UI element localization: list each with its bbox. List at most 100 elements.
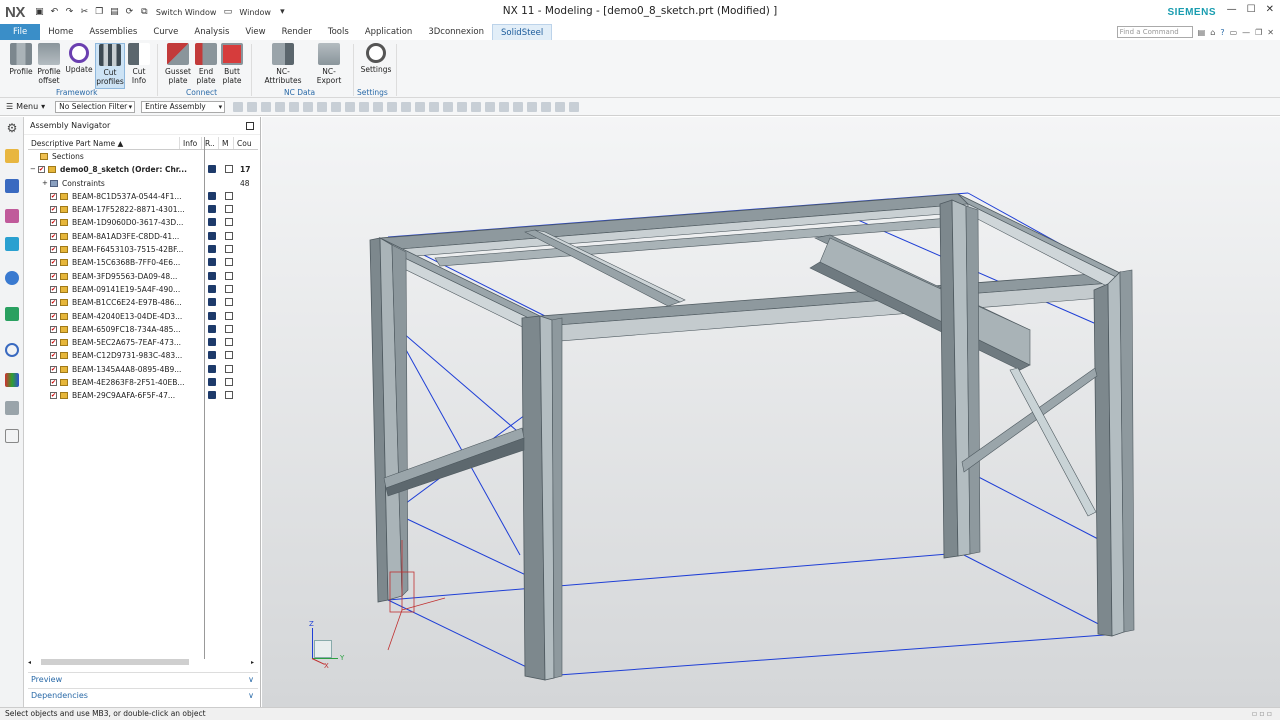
undo-icon[interactable]: ↶ xyxy=(48,6,61,19)
cube-icon[interactable] xyxy=(345,101,356,112)
select-all-icon[interactable] xyxy=(317,101,328,112)
cut-info-button[interactable]: Cut Info xyxy=(126,43,152,85)
wireframe-icon[interactable] xyxy=(359,101,370,112)
column-count[interactable]: Cou xyxy=(234,137,258,149)
assembly-navigator-icon[interactable] xyxy=(5,149,19,163)
select-face-icon[interactable] xyxy=(289,101,300,112)
column-name[interactable]: Descriptive Part Name ▲ xyxy=(28,137,180,149)
visibility-checkbox[interactable]: ✔ xyxy=(50,352,57,360)
tree-row-beam[interactable]: ✔ BEAM-8A1AD3FE-C8DD-41... xyxy=(28,230,258,243)
visibility-checkbox[interactable]: ✔ xyxy=(50,206,57,214)
minimize-icon[interactable]: — xyxy=(1227,4,1237,15)
endpoint-icon[interactable] xyxy=(415,101,426,112)
close-icon[interactable]: ✕ xyxy=(1266,4,1274,15)
dependencies-panel[interactable]: Dependencies ∨ xyxy=(28,688,258,702)
reuse-library-icon[interactable] xyxy=(5,237,19,251)
history-palette-icon[interactable] xyxy=(5,307,19,321)
visibility-checkbox[interactable]: ✔ xyxy=(50,365,57,373)
visibility-checkbox[interactable]: ✔ xyxy=(50,299,57,307)
render-style-icon[interactable] xyxy=(541,101,552,112)
select-feature-icon[interactable] xyxy=(261,101,272,112)
visibility-checkbox[interactable]: ✔ xyxy=(50,219,57,227)
tree-row-beam[interactable]: ✔ BEAM-C12D9731-983C-483... xyxy=(28,349,258,362)
window-min-icon[interactable]: — xyxy=(1242,28,1250,37)
nc-export-button[interactable]: NC-Export xyxy=(310,43,348,85)
tree-row-sections[interactable]: Sections xyxy=(28,150,258,163)
snap-icon[interactable] xyxy=(233,101,244,112)
butt-plate-button[interactable]: Butt plate xyxy=(220,43,244,85)
tab-assemblies[interactable]: Assemblies xyxy=(81,24,145,40)
visibility-checkbox[interactable]: ✔ xyxy=(50,192,57,200)
preview-panel[interactable]: Preview ∨ xyxy=(28,672,258,686)
end-plate-button[interactable]: End plate xyxy=(194,43,218,85)
paste-icon[interactable]: ▤ xyxy=(108,6,121,19)
selection-scope-dropdown[interactable]: Entire Assembly xyxy=(141,100,226,113)
visibility-checkbox[interactable]: ✔ xyxy=(50,379,57,387)
rotate-icon[interactable] xyxy=(513,101,524,112)
visibility-checkbox[interactable]: ✔ xyxy=(50,312,57,320)
tree-row-beam[interactable]: ✔ BEAM-4E2863F8-2F51-40EB... xyxy=(28,376,258,389)
tangent-icon[interactable] xyxy=(471,101,482,112)
tab-view[interactable]: View xyxy=(237,24,273,40)
navigator-hscrollbar[interactable]: ◂ ▸ xyxy=(28,657,256,667)
visibility-checkbox[interactable]: ✔ xyxy=(50,339,57,347)
window-icon[interactable]: ▭ xyxy=(221,6,234,19)
tree-row-beam[interactable]: ✔ BEAM-42040E13-04DE-4D3... xyxy=(28,310,258,323)
tree-row-beam[interactable]: ✔ BEAM-8C1D537A-0544-4F1... xyxy=(28,190,258,203)
point-icon[interactable] xyxy=(401,101,412,112)
tree-row-beam[interactable]: ✔ BEAM-3FD95563-DA09-48... xyxy=(28,270,258,283)
customize-qa-icon[interactable]: ▾ xyxy=(276,6,289,19)
clock-icon[interactable] xyxy=(5,343,19,357)
scroll-thumb[interactable] xyxy=(41,659,190,665)
window-menu[interactable]: Window xyxy=(236,6,274,19)
orient-view-icon[interactable] xyxy=(555,101,566,112)
settings-button[interactable]: Settings xyxy=(360,43,392,74)
visibility-checkbox[interactable]: ✔ xyxy=(50,259,57,267)
tab-home[interactable]: Home xyxy=(40,24,81,40)
expand-icon[interactable]: + xyxy=(42,177,48,190)
visibility-checkbox[interactable]: ✔ xyxy=(50,285,57,293)
tree-row-root[interactable]: − ✔ demo0_8_sketch (Order: Chr... 17 xyxy=(28,163,258,176)
home-icon[interactable]: ⌂ xyxy=(1210,28,1215,37)
update-button[interactable]: Update xyxy=(64,43,94,74)
maximize-icon[interactable]: ☐ xyxy=(1247,4,1256,15)
system-materials-icon[interactable] xyxy=(5,373,19,387)
column-info[interactable]: Info xyxy=(180,137,202,149)
find-command-input[interactable]: Find a Command xyxy=(1116,26,1193,38)
visibility-checkbox[interactable]: ✔ xyxy=(50,272,57,280)
nc-attributes-button[interactable]: NC-Attributes xyxy=(258,43,308,85)
copy-icon[interactable]: ❐ xyxy=(93,6,106,19)
web-browser-icon[interactable] xyxy=(5,271,19,285)
line-icon[interactable] xyxy=(373,101,384,112)
intersection-icon[interactable] xyxy=(457,101,468,112)
selection-filter-dropdown[interactable]: No Selection Filter xyxy=(55,100,136,113)
tree-row-beam[interactable]: ✔ BEAM-15C6368B-7FF0-4E6... xyxy=(28,256,258,269)
select-edge-icon[interactable] xyxy=(303,101,314,112)
process-studio-icon[interactable] xyxy=(5,401,19,415)
graphics-window[interactable]: Z Y X xyxy=(262,117,1280,707)
tab-solidsteel[interactable]: SolidSteel xyxy=(491,24,553,40)
scroll-right-icon[interactable]: ▸ xyxy=(251,659,254,666)
switch-window-button[interactable]: Switch Window xyxy=(153,6,220,19)
collapse-icon[interactable]: − xyxy=(30,163,36,176)
tab-file[interactable]: File xyxy=(0,24,41,40)
zoom-icon[interactable] xyxy=(499,101,510,112)
tab-curve[interactable]: Curve xyxy=(145,24,186,40)
switch-window-icon[interactable]: ⧉ xyxy=(138,6,151,19)
visibility-checkbox[interactable]: ✔ xyxy=(50,232,57,240)
part-navigator-icon[interactable] xyxy=(5,209,19,223)
constraint-navigator-icon[interactable] xyxy=(5,179,19,193)
roles-icon[interactable] xyxy=(5,429,19,443)
window-close-icon[interactable]: ✕ xyxy=(1267,28,1274,37)
tree-row-beam[interactable]: ✔ BEAM-09141E19-5A4F-490... xyxy=(28,283,258,296)
command-finder-icon[interactable]: ▤ xyxy=(1198,28,1206,37)
center-icon[interactable] xyxy=(443,101,454,112)
tree-row-beam[interactable]: ✔ BEAM-17F52822-8871-4301... xyxy=(28,203,258,216)
gear-icon[interactable]: ⚙ xyxy=(5,121,19,135)
midpoint-icon[interactable] xyxy=(429,101,440,112)
column-m[interactable]: M xyxy=(219,137,234,149)
tree-row-beam[interactable]: ✔ BEAM-1D9060D0-3617-43D... xyxy=(28,216,258,229)
tree-row-beam[interactable]: ✔ BEAM-5EC2A675-7EAF-473... xyxy=(28,336,258,349)
visibility-checkbox[interactable]: ✔ xyxy=(50,246,57,254)
tree-row-beam[interactable]: ✔ BEAM-6509FC18-734A-485... xyxy=(28,323,258,336)
